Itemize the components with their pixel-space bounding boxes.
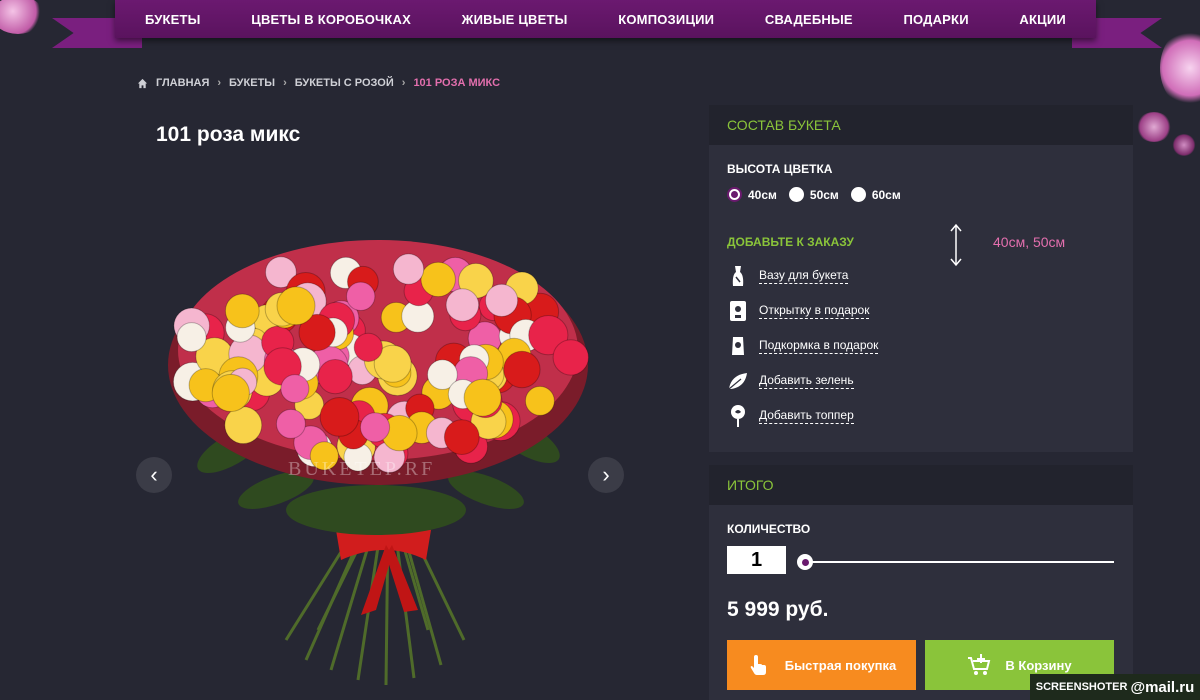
leaf-icon — [727, 370, 749, 392]
height-options: 40см 50см 60см — [727, 187, 913, 202]
addon-label: Подкормка в подарок — [759, 338, 879, 354]
total-header: ИТОГО — [709, 465, 1133, 505]
addon-label: Добавить топпер — [759, 408, 854, 424]
addon-label: Вазу для букета — [759, 268, 849, 284]
screenshoter-brand: SCREENSHOTER — [1035, 681, 1128, 693]
rose-flower — [524, 385, 555, 416]
topper-icon — [727, 405, 749, 427]
height-label: ВЫСОТА ЦВЕТКА — [727, 162, 833, 176]
nav-item-flowers-in-boxes[interactable]: ЦВЕТЫ В КОРОБОЧКАХ — [251, 12, 411, 27]
screenshoter-overlay: SCREENSHOTER @mail.ru — [1030, 674, 1200, 700]
height-option-60[interactable]: 60см — [850, 187, 901, 202]
breadcrumb-current: 101 РОЗА МИКС — [413, 77, 501, 89]
orchid-bud-right-2 — [1172, 134, 1196, 156]
addon-topper[interactable]: Добавить топпер — [727, 405, 854, 427]
breadcrumb: ГЛАВНАЯ › БУКЕТЫ › БУКЕТЫ С РОЗОЙ › 101 … — [137, 77, 500, 89]
rose-flower — [211, 373, 250, 413]
radio-icon — [850, 187, 866, 202]
chevron-right-icon: › — [602, 462, 610, 487]
chevron-left-icon: ‹ — [150, 462, 158, 487]
rose-flower — [420, 261, 456, 298]
roses-layer — [172, 253, 589, 474]
orchid-decoration-left — [0, 0, 44, 34]
total-panel: ИТОГО КОЛИЧЕСТВО 1 5 999 руб. Быстрая по… — [709, 465, 1133, 700]
height-option-label: 40см — [748, 187, 777, 202]
fast-buy-button[interactable]: Быстрая покупка — [727, 640, 916, 690]
gallery-next-button[interactable]: › — [588, 457, 624, 493]
add-to-order-title: ДОБАВЬТЕ К ЗАКАЗУ — [727, 235, 854, 249]
height-option-40[interactable]: 40см — [727, 187, 777, 202]
hand-pointer-icon — [750, 655, 766, 675]
fertilizer-icon — [727, 335, 749, 357]
nav-item-sales[interactable]: АКЦИИ — [1019, 12, 1066, 27]
cart-icon — [968, 654, 991, 675]
breadcrumb-roses[interactable]: БУКЕТЫ С РОЗОЙ — [295, 77, 394, 89]
rose-flower — [445, 288, 480, 322]
composition-header: СОСТАВ БУКЕТА — [709, 105, 1133, 145]
main-nav: БУКЕТЫ ЦВЕТЫ В КОРОБОЧКАХ ЖИВЫЕ ЦВЕТЫ КО… — [115, 0, 1096, 38]
quantity-input[interactable]: 1 — [727, 546, 786, 574]
quantity-slider-handle[interactable] — [797, 554, 813, 570]
addon-greenery[interactable]: Добавить зелень — [727, 370, 854, 392]
product-title: 101 роза микс — [156, 123, 301, 146]
rose-flower — [317, 359, 353, 395]
nav-item-gifts[interactable]: ПОДАРКИ — [903, 12, 968, 27]
nav-item-bukety[interactable]: БУКЕТЫ — [145, 12, 201, 27]
addon-fertilizer[interactable]: Подкормка в подарок — [727, 335, 879, 357]
rose-flower — [176, 322, 207, 353]
breadcrumb-bukety[interactable]: БУКЕТЫ — [229, 77, 275, 89]
breadcrumb-home[interactable]: ГЛАВНАЯ — [156, 77, 209, 89]
gallery-prev-button[interactable]: ‹ — [136, 457, 172, 493]
rose-flower — [319, 397, 360, 437]
nav-item-wedding[interactable]: СВАДЕБНЫЕ — [765, 12, 853, 27]
addon-label: Добавить зелень — [759, 373, 854, 389]
rose-flower — [224, 293, 260, 329]
orchid-decoration-right — [1160, 28, 1200, 108]
composition-panel: СОСТАВ БУКЕТА ВЫСОТА ЦВЕТКА 40см 50см 60… — [709, 105, 1133, 452]
nav-item-live-flowers[interactable]: ЖИВЫЕ ЦВЕТЫ — [462, 12, 568, 27]
rose-flower — [275, 408, 306, 439]
home-icon — [137, 78, 148, 88]
rose-flower — [280, 374, 310, 404]
rose-flower — [392, 253, 425, 285]
rose-flower — [359, 412, 391, 443]
addon-card[interactable]: Открытку в подарок — [727, 300, 870, 322]
height-note: 40см, 50см — [993, 234, 1066, 250]
chevron-right-icon: › — [217, 77, 222, 89]
quantity-label: КОЛИЧЕСТВО — [727, 522, 811, 536]
rose-flower — [503, 350, 541, 389]
orchid-bud-right — [1136, 112, 1172, 142]
height-option-label: 50см — [809, 187, 839, 202]
chevron-right-icon: › — [401, 77, 406, 89]
height-option-50[interactable]: 50см — [788, 187, 839, 202]
vase-icon — [727, 265, 749, 287]
card-icon — [727, 300, 749, 322]
rose-flower — [353, 332, 383, 362]
addon-vase[interactable]: Вазу для букета — [727, 265, 849, 287]
rose-flower — [552, 339, 589, 376]
rose-flower — [485, 283, 519, 317]
height-arrow-icon — [950, 223, 962, 267]
radio-checked-icon — [727, 187, 742, 202]
gallery-watermark: BUKETEP.RF — [288, 458, 436, 480]
height-option-label: 60см — [871, 187, 901, 202]
product-gallery: BUKETEP.RF ‹ › — [136, 160, 626, 690]
addon-label: Открытку в подарок — [759, 303, 870, 319]
rose-flower — [224, 406, 263, 445]
chevron-right-icon: › — [283, 77, 287, 89]
add-to-cart-label: В Корзину — [1005, 657, 1072, 673]
rose-flower — [463, 378, 502, 417]
screenshoter-mail: @mail.ru — [1130, 678, 1195, 696]
quantity-slider-track[interactable] — [804, 561, 1114, 563]
rose-flower — [276, 286, 316, 326]
rose-flower — [443, 419, 480, 456]
radio-icon — [788, 187, 804, 202]
fast-buy-label: Быстрая покупка — [784, 657, 897, 673]
product-price: 5 999 руб. — [727, 598, 829, 621]
rose-flower — [346, 281, 376, 312]
nav-item-compositions[interactable]: КОМПОЗИЦИИ — [618, 12, 714, 27]
